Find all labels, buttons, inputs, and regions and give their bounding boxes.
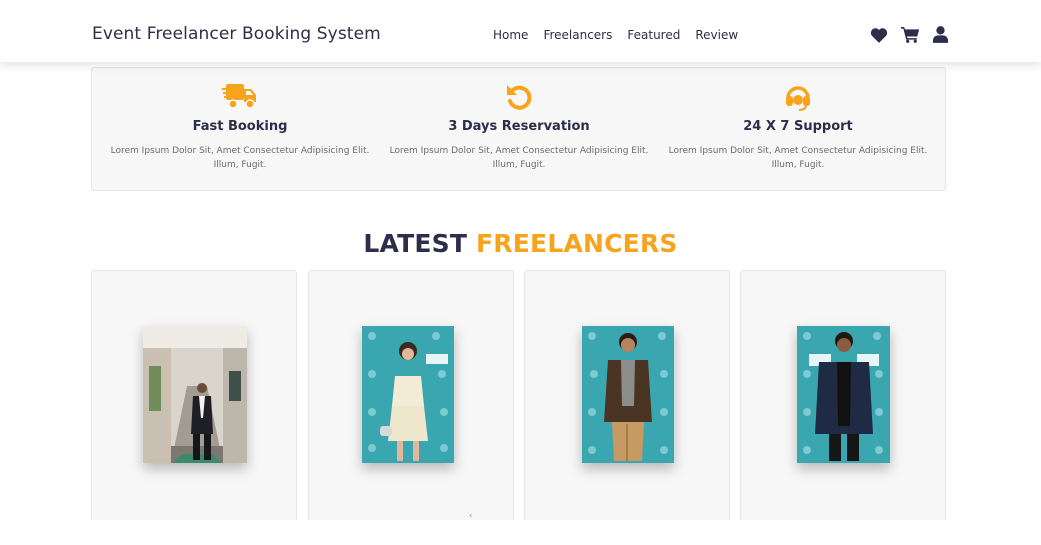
freelancer-photo[interactable] bbox=[362, 326, 454, 463]
freelancer-photo[interactable] bbox=[582, 326, 674, 463]
cart-icon[interactable] bbox=[901, 26, 920, 43]
heading-accent-part: FREELANCERS bbox=[476, 229, 678, 258]
features-panel: Fast Booking Lorem Ipsum Dolor Sit, Amet… bbox=[91, 67, 946, 191]
freelancer-card[interactable] bbox=[91, 270, 297, 530]
feature-title: Fast Booking bbox=[192, 119, 288, 134]
header-icons bbox=[870, 26, 961, 43]
page-bottom-edge bbox=[0, 520, 1041, 545]
section-heading: LATEST FREELANCERS bbox=[0, 229, 1041, 258]
truck-icon bbox=[222, 82, 258, 110]
feature-description: Lorem Ipsum Dolor Sit, Amet Consectetur … bbox=[389, 146, 649, 170]
main-nav: Home Freelancers Featured Review bbox=[493, 28, 753, 42]
feature-description: Lorem Ipsum Dolor Sit, Amet Consectetur … bbox=[668, 146, 928, 170]
nav-freelancers-link[interactable]: Freelancers bbox=[543, 28, 612, 42]
feature-title: 24 X 7 Support bbox=[743, 119, 853, 134]
freelancer-card[interactable]: ‹ bbox=[308, 270, 514, 530]
heading-dark-part: LATEST bbox=[363, 229, 468, 258]
freelancer-photo[interactable] bbox=[143, 326, 247, 463]
feature-description: Lorem Ipsum Dolor Sit, Amet Consectetur … bbox=[110, 146, 370, 170]
user-icon[interactable] bbox=[933, 26, 948, 43]
nav-home-link[interactable]: Home bbox=[493, 28, 528, 42]
brand-title[interactable]: Event Freelancer Booking System bbox=[92, 24, 381, 44]
heart-icon[interactable] bbox=[870, 27, 888, 43]
site-header: Event Freelancer Booking System Home Fre… bbox=[0, 0, 1041, 62]
freelancer-card[interactable] bbox=[524, 270, 730, 530]
nav-featured-link[interactable]: Featured bbox=[627, 28, 680, 42]
nav-review-link[interactable]: Review bbox=[695, 28, 738, 42]
freelancer-card[interactable] bbox=[740, 270, 946, 530]
freelancer-photo[interactable] bbox=[797, 326, 890, 463]
feature-title: 3 Days Reservation bbox=[448, 119, 590, 134]
headset-icon bbox=[783, 82, 813, 112]
undo-icon bbox=[504, 82, 534, 112]
